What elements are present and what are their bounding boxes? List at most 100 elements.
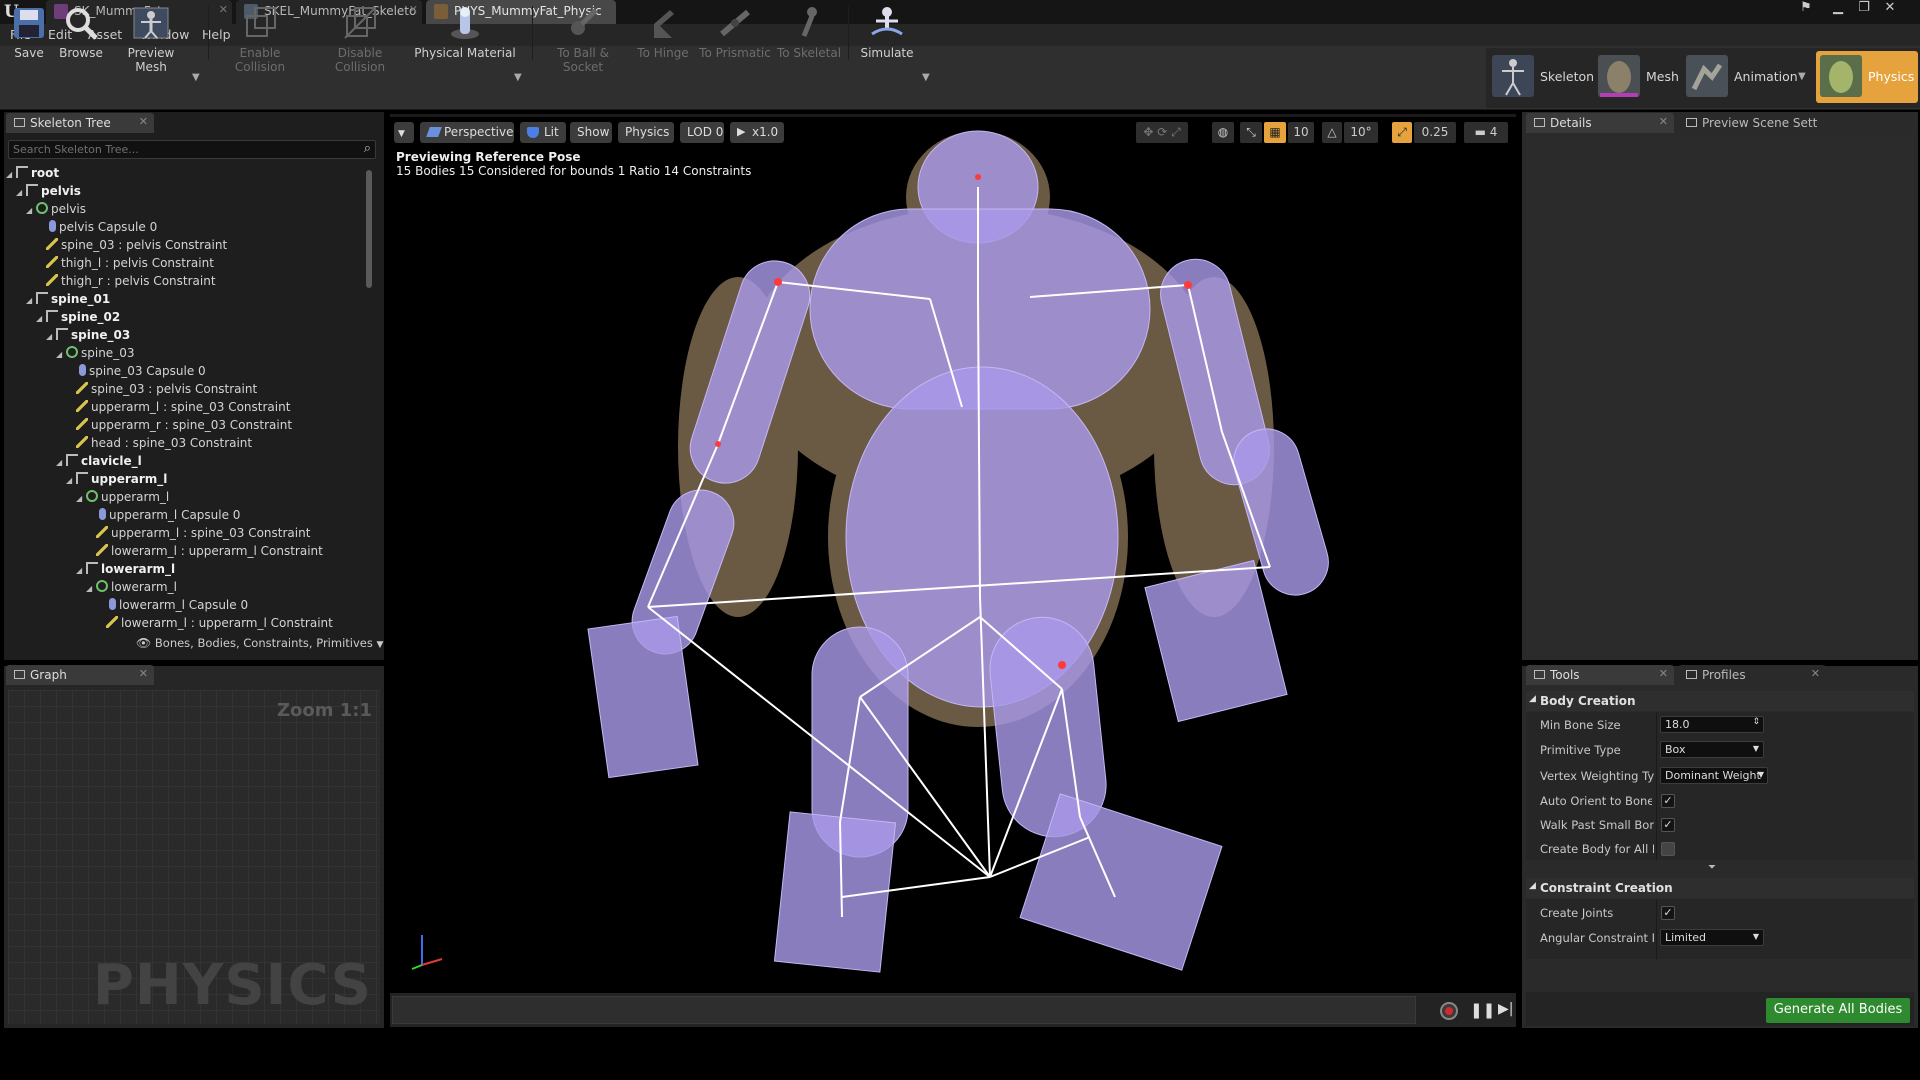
tree-row[interactable]: spine_03 : pelvis Constraint (36, 238, 227, 256)
close-tab-icon[interactable]: ✕ (139, 115, 148, 128)
grid-snap-toggle[interactable]: ▦ (1264, 122, 1286, 143)
expand-arrow-icon[interactable]: ◢ (36, 314, 46, 323)
tree-row[interactable]: spine_03 : pelvis Constraint (66, 382, 257, 400)
expand-arrow-icon[interactable]: ◢ (86, 584, 96, 593)
to-hinge-button[interactable]: To Hinge (632, 4, 694, 62)
tree-row[interactable]: pelvis Capsule 0 (36, 220, 157, 238)
expand-arrow-icon[interactable]: ◢ (56, 458, 66, 467)
minimize-button[interactable]: ▁ (1828, 0, 1848, 20)
close-tab-icon[interactable]: ✕ (139, 667, 148, 680)
walk-past-small-bones-checkbox[interactable]: ✓ (1661, 818, 1675, 832)
record-button[interactable] (1440, 1002, 1458, 1020)
surface-snap-button[interactable]: ⤡ (1240, 122, 1262, 143)
rotation-snap-button[interactable]: 10° (1344, 122, 1378, 143)
tree-row[interactable]: head : spine_03 Constraint (66, 436, 252, 454)
tree-row[interactable]: thigh_r : pelvis Constraint (36, 274, 216, 292)
viewport[interactable]: Previewing Reference Pose 15 Bodies 15 C… (390, 117, 1516, 991)
tree-scrollbar[interactable] (366, 170, 372, 288)
lod-button[interactable]: LOD 0 (680, 122, 724, 143)
maximize-button[interactable]: ❐ (1854, 0, 1874, 20)
expand-arrow-icon[interactable]: ◢ (26, 206, 36, 215)
pause-button[interactable]: ❚❚ (1470, 1001, 1495, 1019)
scale-snap-button[interactable]: 0.25 (1414, 122, 1456, 143)
tree-row[interactable]: ◢ spine_01 (26, 292, 110, 310)
expand-arrow-icon[interactable]: ◢ (26, 296, 36, 305)
body-creation-header[interactable]: ◢ Body Creation (1526, 691, 1914, 711)
feedback-icon[interactable]: ⚑ (1796, 0, 1816, 20)
tree-row[interactable]: ◢ upperarm_l (76, 490, 169, 508)
tab-details[interactable]: Details ✕ (1526, 113, 1674, 133)
to-prismatic-button[interactable]: To Prismatic (698, 4, 772, 62)
expand-arrow-icon[interactable]: ◢ (76, 494, 86, 503)
tree-row[interactable]: thigh_l : pelvis Constraint (36, 256, 214, 274)
constraint-creation-header[interactable]: ◢ Constraint Creation (1526, 878, 1914, 898)
create-joints-checkbox[interactable]: ✓ (1661, 906, 1675, 920)
angular-constraint-mode-select[interactable]: Limited ▼ (1660, 929, 1764, 946)
step-forward-button[interactable]: ▶| (1498, 1001, 1514, 1019)
tree-row[interactable]: ◢ lowerarm_l (76, 562, 175, 580)
tab-tools[interactable]: Tools ✕ (1526, 665, 1674, 685)
tree-row[interactable]: upperarm_l : spine_03 Constraint (86, 526, 310, 544)
rotation-snap-toggle[interactable]: △ (1322, 122, 1342, 143)
mode-mesh[interactable]: Mesh (1596, 51, 1680, 103)
physics-view-button[interactable]: Physics (618, 122, 674, 143)
preview-mesh-dropdown-icon[interactable]: ▼ (192, 72, 200, 83)
create-body-all-bones-checkbox[interactable] (1661, 842, 1675, 856)
coordinate-system-button[interactable]: ◍ (1212, 122, 1234, 143)
tree-row[interactable]: lowerarm_l : upperarm_l Constraint (96, 616, 333, 630)
tree-row[interactable]: ◢ root (6, 166, 59, 184)
preview-mesh-button[interactable]: Preview Mesh (110, 4, 192, 74)
mode-skeleton[interactable]: Skeleton (1490, 51, 1594, 103)
perspective-button[interactable]: Perspective (420, 122, 514, 143)
tree-row[interactable]: upperarm_l Capsule 0 (86, 508, 240, 526)
tree-row[interactable]: upperarm_r : spine_03 Constraint (66, 418, 292, 436)
tree-row[interactable]: lowerarm_l Capsule 0 (96, 598, 248, 616)
expand-arrow-icon[interactable]: ◢ (16, 188, 26, 197)
physical-material-dropdown-icon[interactable]: ▼ (514, 72, 522, 83)
mode-physics[interactable]: Physics (1816, 51, 1918, 103)
simulate-button[interactable]: Simulate (856, 4, 918, 62)
scale-snap-toggle[interactable]: ⤢ (1392, 122, 1412, 143)
tree-row[interactable]: ◢ lowerarm_l (86, 580, 177, 598)
generate-all-bodies-button[interactable]: Generate All Bodies (1766, 998, 1910, 1023)
expand-arrow-icon[interactable]: ◢ (6, 170, 16, 179)
transform-mode-buttons[interactable]: ✥ ⟳ ⤢ (1136, 122, 1188, 143)
physical-material-button[interactable]: Physical Material (414, 4, 516, 62)
graph-canvas[interactable]: Zoom 1:1 PHYSICS (8, 690, 380, 1024)
expand-arrow-icon[interactable]: ◢ (56, 350, 66, 359)
tree-row[interactable]: upperarm_l : spine_03 Constraint (66, 400, 290, 418)
show-button[interactable]: Show (570, 122, 612, 143)
save-button[interactable]: Save (6, 4, 52, 62)
disable-collision-button[interactable]: Disable Collision (312, 4, 408, 74)
tree-row[interactable]: ◢ clavicle_l (56, 454, 142, 472)
vertex-weighting-select[interactable]: Dominant Weight ▼ (1660, 767, 1768, 784)
tree-row[interactable]: ◢ pelvis (26, 202, 86, 220)
tree-row[interactable]: ◢ spine_03 (56, 346, 134, 364)
expand-arrow-icon[interactable]: ◢ (66, 476, 76, 485)
tab-preview-scene-settings[interactable]: Preview Scene Sett (1678, 113, 1832, 133)
close-tab-icon[interactable]: ✕ (1659, 115, 1668, 128)
mode-animation[interactable]: Animation ▼ (1684, 51, 1808, 103)
camera-speed-button[interactable]: ▬ 4 (1464, 122, 1508, 143)
tree-row[interactable]: ◢ pelvis (16, 184, 81, 202)
enable-collision-button[interactable]: Enable Collision (214, 4, 306, 74)
to-ball-socket-button[interactable]: To Ball & Socket (536, 4, 630, 74)
playback-speed-button[interactable]: ▶ x1.0 (730, 122, 784, 143)
viewport-options-button[interactable]: ▼ (394, 122, 414, 143)
tree-row[interactable]: ◢ spine_02 (36, 310, 120, 328)
lit-button[interactable]: Lit (520, 122, 566, 143)
search-skeleton-tree-input[interactable]: Search Skeleton Tree... ⌕ (8, 140, 376, 159)
expand-arrow-icon[interactable]: ◢ (76, 566, 86, 575)
tab-profiles[interactable]: Profiles ✕ (1678, 665, 1826, 685)
tree-filter-dropdown[interactable]: 👁 Bones, Bodies, Constraints, Primitives… (136, 636, 383, 652)
tree-row[interactable]: ◢ upperarm_l (66, 472, 167, 490)
advanced-expand-icon[interactable]: ⏷ (1708, 862, 1716, 873)
close-tab-icon[interactable]: ✕ (1811, 667, 1820, 680)
close-window-button[interactable]: ✕ (1880, 0, 1900, 20)
tree-row[interactable]: spine_03 Capsule 0 (66, 364, 206, 382)
to-skeletal-button[interactable]: To Skeletal (776, 4, 842, 62)
tab-skeleton-tree[interactable]: Skeleton Tree ✕ (6, 113, 154, 133)
simulate-dropdown-icon[interactable]: ▼ (922, 72, 930, 83)
timeline-bar[interactable] (392, 996, 1416, 1024)
grid-size-button[interactable]: 10 (1288, 122, 1314, 143)
